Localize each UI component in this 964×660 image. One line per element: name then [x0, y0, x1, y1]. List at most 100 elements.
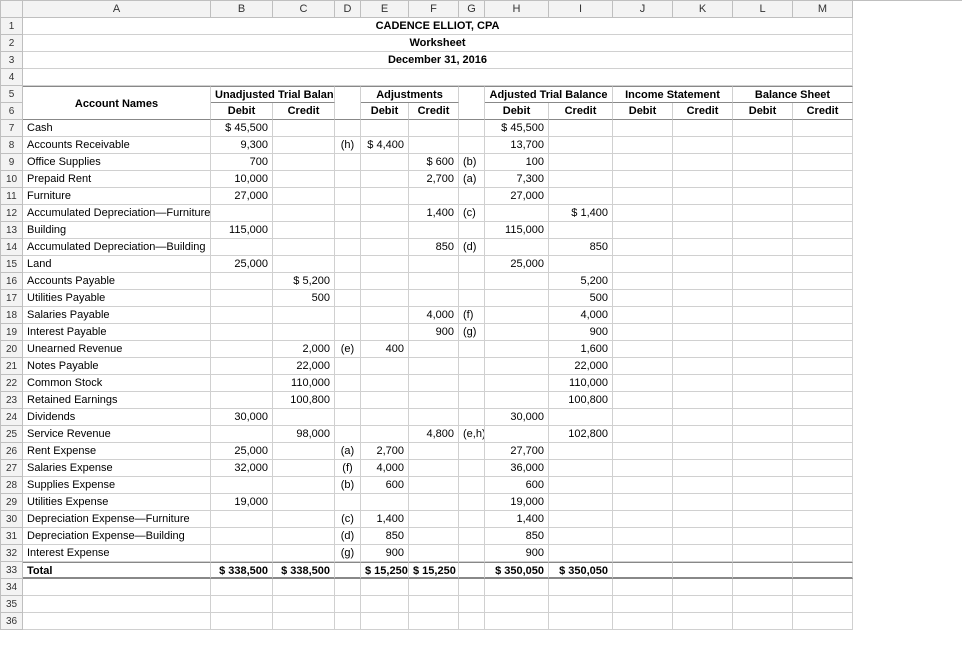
- cell[interactable]: [549, 596, 613, 613]
- cell[interactable]: (c): [335, 511, 361, 528]
- cell[interactable]: [733, 477, 793, 494]
- cell[interactable]: 9,300: [211, 137, 273, 154]
- cell[interactable]: [273, 409, 335, 426]
- cell[interactable]: [793, 341, 853, 358]
- row-header[interactable]: 36: [1, 613, 23, 630]
- cell[interactable]: [459, 511, 485, 528]
- row-header[interactable]: 4: [1, 69, 23, 86]
- cell[interactable]: 400: [361, 341, 409, 358]
- cell[interactable]: (b): [459, 154, 485, 171]
- row-header[interactable]: 13: [1, 222, 23, 239]
- col-header-K[interactable]: K: [673, 1, 733, 18]
- cell[interactable]: 110,000: [273, 375, 335, 392]
- row-header[interactable]: 31: [1, 528, 23, 545]
- cell[interactable]: [485, 426, 549, 443]
- cell[interactable]: Cash: [23, 120, 211, 137]
- cell[interactable]: [613, 154, 673, 171]
- cell[interactable]: [673, 222, 733, 239]
- cell[interactable]: [273, 222, 335, 239]
- row-header[interactable]: 18: [1, 307, 23, 324]
- row-header[interactable]: 24: [1, 409, 23, 426]
- cell[interactable]: $ 45,500: [485, 120, 549, 137]
- cell[interactable]: [459, 460, 485, 477]
- cell[interactable]: [23, 596, 211, 613]
- cell[interactable]: [613, 409, 673, 426]
- cell[interactable]: 700: [211, 154, 273, 171]
- cell[interactable]: Notes Payable: [23, 358, 211, 375]
- cell[interactable]: [613, 443, 673, 460]
- cell[interactable]: [211, 239, 273, 256]
- col-header-C[interactable]: C: [273, 1, 335, 18]
- cell[interactable]: [211, 545, 273, 562]
- cell[interactable]: [613, 375, 673, 392]
- row-header[interactable]: 16: [1, 273, 23, 290]
- cell[interactable]: [673, 290, 733, 307]
- cell[interactable]: [613, 341, 673, 358]
- cell[interactable]: [335, 613, 361, 630]
- cell[interactable]: [549, 460, 613, 477]
- cell[interactable]: [409, 290, 459, 307]
- cell[interactable]: [409, 443, 459, 460]
- cell[interactable]: [673, 341, 733, 358]
- row-header[interactable]: 26: [1, 443, 23, 460]
- cell[interactable]: 1,600: [549, 341, 613, 358]
- cell[interactable]: 27,000: [211, 188, 273, 205]
- cell[interactable]: 98,000: [273, 426, 335, 443]
- cell[interactable]: 115,000: [211, 222, 273, 239]
- cell[interactable]: [361, 392, 409, 409]
- cell[interactable]: 32,000: [211, 460, 273, 477]
- cell[interactable]: Rent Expense: [23, 443, 211, 460]
- cell[interactable]: [613, 579, 673, 596]
- cell[interactable]: [409, 256, 459, 273]
- cell[interactable]: [673, 409, 733, 426]
- cell[interactable]: 600: [361, 477, 409, 494]
- cell[interactable]: 100,800: [273, 392, 335, 409]
- cell[interactable]: $ 5,200: [273, 273, 335, 290]
- cell[interactable]: [733, 443, 793, 460]
- cell[interactable]: [273, 171, 335, 188]
- cell[interactable]: [793, 426, 853, 443]
- cell[interactable]: [613, 545, 673, 562]
- cell[interactable]: [613, 528, 673, 545]
- cell[interactable]: [733, 409, 793, 426]
- cell[interactable]: [211, 528, 273, 545]
- cell[interactable]: [361, 324, 409, 341]
- cell[interactable]: Salaries Expense: [23, 460, 211, 477]
- cell[interactable]: [335, 579, 361, 596]
- cell[interactable]: Depreciation Expense—Building: [23, 528, 211, 545]
- cell[interactable]: Utilities Expense: [23, 494, 211, 511]
- cell[interactable]: [409, 392, 459, 409]
- cell[interactable]: [673, 392, 733, 409]
- row-header[interactable]: 11: [1, 188, 23, 205]
- cell[interactable]: [733, 341, 793, 358]
- cell[interactable]: [459, 545, 485, 562]
- cell[interactable]: [459, 528, 485, 545]
- cell[interactable]: [335, 188, 361, 205]
- cell[interactable]: [409, 613, 459, 630]
- cell[interactable]: [361, 239, 409, 256]
- cell[interactable]: 100,800: [549, 392, 613, 409]
- cell[interactable]: [273, 324, 335, 341]
- cell[interactable]: [549, 409, 613, 426]
- cell[interactable]: [335, 426, 361, 443]
- cell[interactable]: [613, 426, 673, 443]
- cell[interactable]: [613, 256, 673, 273]
- cell[interactable]: [459, 120, 485, 137]
- cell[interactable]: [485, 239, 549, 256]
- cell[interactable]: [733, 324, 793, 341]
- cell[interactable]: [673, 137, 733, 154]
- cell[interactable]: [335, 120, 361, 137]
- row-header[interactable]: 30: [1, 511, 23, 528]
- cell[interactable]: [211, 596, 273, 613]
- cell[interactable]: [613, 137, 673, 154]
- row-header[interactable]: 3: [1, 52, 23, 69]
- cell[interactable]: (c): [459, 205, 485, 222]
- cell[interactable]: [211, 341, 273, 358]
- row-header[interactable]: 23: [1, 392, 23, 409]
- cell[interactable]: $ 1,400: [549, 205, 613, 222]
- cell[interactable]: [673, 239, 733, 256]
- cell[interactable]: [793, 222, 853, 239]
- cell[interactable]: Dividends: [23, 409, 211, 426]
- cell[interactable]: [335, 392, 361, 409]
- cell[interactable]: [211, 358, 273, 375]
